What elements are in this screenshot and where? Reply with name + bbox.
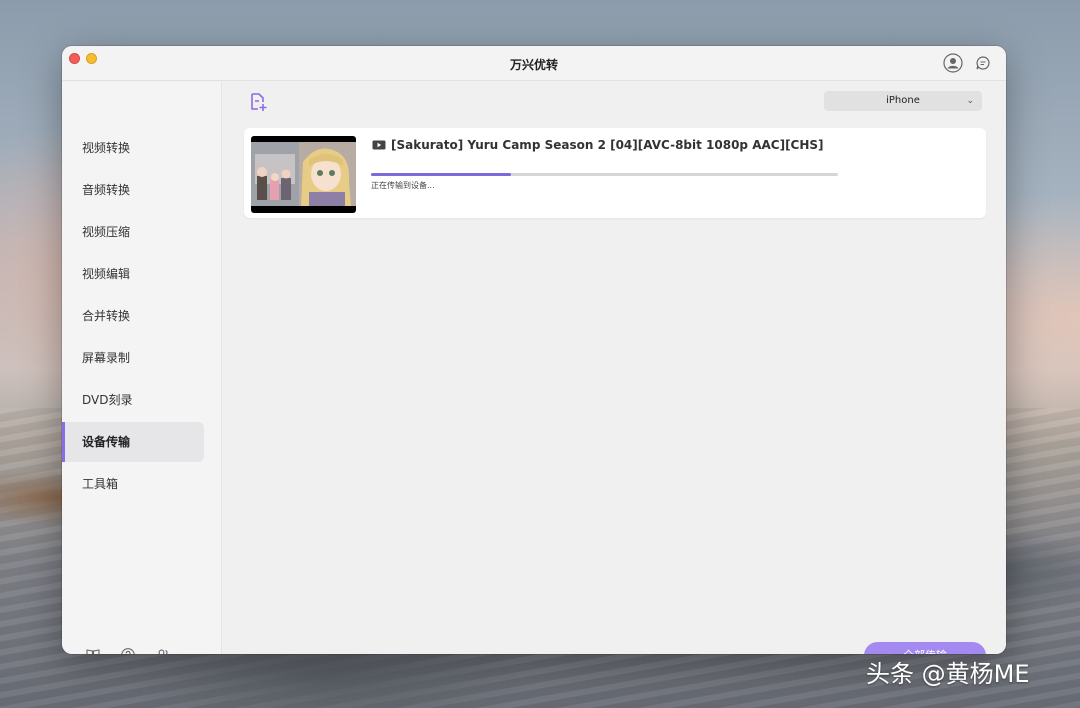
transfer-all-button[interactable]: 全部传输 [864,642,986,654]
sidebar: 视频转换 音频转换 视频压缩 视频编辑 合并转换 屏幕录制 DVD刻录 设备传输… [62,82,222,654]
device-select[interactable]: iPhone ⌄ [824,91,982,111]
sidebar-item-video-edit[interactable]: 视频编辑 [62,254,204,294]
sidebar-item-label: 屏幕录制 [82,351,131,365]
sidebar-item-label: 视频转换 [82,141,131,155]
transfer-status: 正在传输到设备... [371,181,435,190]
thumbnail-image [251,142,356,206]
sidebar-item-audio-convert[interactable]: 音频转换 [62,170,204,210]
sidebar-item-label: DVD刻录 [82,393,133,407]
transfer-progress-fill [371,173,512,176]
video-file-icon [372,140,386,150]
sidebar-item-merge[interactable]: 合并转换 [62,296,204,336]
sidebar-item-video-convert[interactable]: 视频转换 [62,128,204,168]
app-title: 万兴优转 [509,58,558,72]
file-card[interactable]: [Sakurato] Yuru Camp Season 2 [04][AVC-8… [244,128,986,218]
app-window: 万兴优转 视频转换 音频转换 视频压缩 视频编辑 合并转换 屏幕录制 DVD刻录… [62,46,1006,654]
sidebar-item-screen-record[interactable]: 屏幕录制 [62,338,204,378]
sidebar-item-dvd-burn[interactable]: DVD刻录 [62,380,204,420]
book-icon[interactable] [85,647,101,654]
feedback-icon[interactable] [973,53,993,73]
chevron-down-icon: ⌄ [966,96,974,106]
sidebar-item-device-transfer[interactable]: 设备传输 [62,422,204,462]
sidebar-item-label: 工具箱 [82,477,119,491]
sidebar-item-label: 视频编辑 [82,267,131,281]
sidebar-item-toolbox[interactable]: 工具箱 [62,464,204,504]
users-icon[interactable] [155,647,171,654]
account-icon[interactable] [943,53,963,73]
sidebar-item-video-compress[interactable]: 视频压缩 [62,212,204,252]
sidebar-item-label: 合并转换 [82,309,131,323]
sidebar-item-label: 视频压缩 [82,225,131,239]
transfer-progress-bar [371,173,838,176]
file-name: [Sakurato] Yuru Camp Season 2 [04][AVC-8… [391,138,824,152]
video-thumbnail [251,136,356,213]
add-file-icon[interactable] [247,91,269,113]
sidebar-item-label: 设备传输 [82,435,131,449]
sidebar-item-label: 音频转换 [82,183,131,197]
help-icon[interactable] [120,647,136,654]
watermark: 头条 @黄杨ME [866,660,1030,688]
title-bar: 万兴优转 [62,46,1006,81]
main-panel: iPhone ⌄ [Sakurato] Yuru Camp Season 2 [… [223,82,1006,654]
device-select-value: iPhone [886,95,920,106]
